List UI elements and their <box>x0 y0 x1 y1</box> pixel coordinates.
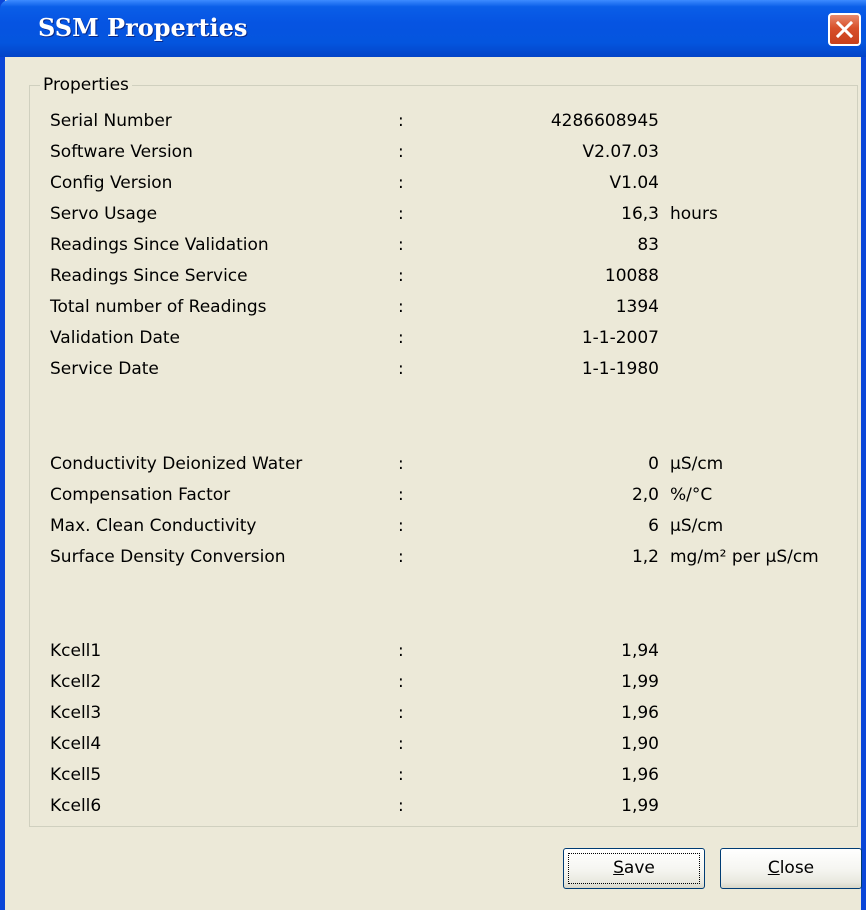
property-unit: hours <box>670 204 718 224</box>
property-separator: : <box>398 297 404 317</box>
property-separator: : <box>398 142 404 162</box>
property-label: Validation Date <box>50 328 180 348</box>
property-value: 1,96 <box>621 765 659 785</box>
property-separator: : <box>398 734 404 754</box>
property-separator: : <box>398 703 404 723</box>
save-button-label-rest: ave <box>623 858 655 878</box>
property-unit: %/°C <box>670 485 713 505</box>
property-value: 1,90 <box>621 734 659 754</box>
property-value: 83 <box>637 235 659 255</box>
property-row: Surface Density Conversion: 1,2 mg/m² per … <box>5 544 866 570</box>
property-separator: : <box>398 204 404 224</box>
property-value: 6 <box>648 516 659 536</box>
property-value: 1,2 <box>631 547 659 567</box>
property-unit: µS/cm <box>670 454 724 474</box>
property-separator: : <box>398 173 404 193</box>
property-label: Readings Since Service <box>50 266 248 286</box>
property-label: Compensation Factor <box>50 485 231 505</box>
save-button[interactable]: Save <box>563 848 705 889</box>
property-row: Kcell1: 1,94 <box>5 638 866 664</box>
property-row: Total number of Readings: 1394 <box>5 294 866 320</box>
title-bar[interactable]: SSM Properties <box>0 0 866 57</box>
property-value: 4286608945 <box>550 111 659 131</box>
property-separator: : <box>398 235 404 255</box>
property-row: Software Version: V2.07.03 <box>5 139 866 165</box>
property-separator: : <box>398 796 404 816</box>
property-value: 1-1-2007 <box>581 328 659 348</box>
property-row: Serial Number: 4286608945 <box>5 108 866 134</box>
property-separator: : <box>398 111 404 131</box>
properties-window: SSM Properties Properties Serial Number:… <box>0 0 866 910</box>
property-value: 1,99 <box>621 796 659 816</box>
property-label: Kcell1 <box>50 641 102 661</box>
property-label: Serial Number <box>50 111 172 131</box>
save-button-mnemonic: S <box>613 858 624 878</box>
property-label: Kcell5 <box>50 765 102 785</box>
property-row: Kcell4: 1,90 <box>5 731 866 757</box>
properties-groupbox-legend: Properties <box>40 74 132 96</box>
property-separator: : <box>398 516 404 536</box>
property-separator: : <box>398 672 404 692</box>
property-value: 16,3 <box>621 204 659 224</box>
close-button-label-rest: lose <box>779 858 815 878</box>
property-label: Config Version <box>50 173 173 193</box>
property-value: 1,94 <box>621 641 659 661</box>
close-button-label: Close <box>768 858 814 878</box>
property-value: 1-1-1980 <box>581 359 659 379</box>
property-row: Kcell3: 1,96 <box>5 700 866 726</box>
property-row: Servo Usage: 16,3 hours <box>5 201 866 227</box>
property-row: Conductivity Deionized Water: 0 µS/cm <box>5 451 866 477</box>
property-separator: : <box>398 266 404 286</box>
property-separator: : <box>398 641 404 661</box>
window-title: SSM Properties <box>38 13 248 42</box>
property-value: 2,0 <box>631 485 659 505</box>
property-label: Conductivity Deionized Water <box>50 454 303 474</box>
close-x-icon <box>835 20 854 39</box>
property-label: Kcell2 <box>50 672 102 692</box>
property-label: Readings Since Validation <box>50 235 269 255</box>
property-row: Kcell6: 1,99 <box>5 793 866 819</box>
save-button-label: Save <box>613 858 655 878</box>
property-row: Kcell2: 1,99 <box>5 669 866 695</box>
property-value: V1.04 <box>609 173 659 193</box>
property-row: Readings Since Service: 10088 <box>5 263 866 289</box>
property-row: Config Version: V1.04 <box>5 170 866 196</box>
property-row: Max. Clean Conductivity: 6 µS/cm <box>5 513 866 539</box>
property-separator: : <box>398 454 404 474</box>
window-close-button[interactable] <box>828 13 861 46</box>
property-separator: : <box>398 547 404 567</box>
property-separator: : <box>398 485 404 505</box>
property-label: Kcell4 <box>50 734 102 754</box>
property-separator: : <box>398 765 404 785</box>
property-row: Validation Date: 1-1-2007 <box>5 325 866 351</box>
property-label: Max. Clean Conductivity <box>50 516 257 536</box>
property-unit: mg/m² per µS/cm <box>670 547 819 567</box>
property-label: Software Version <box>50 142 193 162</box>
property-value: 0 <box>648 454 659 474</box>
close-button[interactable]: Close <box>720 848 862 889</box>
property-value: 1,99 <box>621 672 659 692</box>
property-label: Service Date <box>50 359 159 379</box>
property-separator: : <box>398 359 404 379</box>
property-unit: µS/cm <box>670 516 724 536</box>
property-value: 10088 <box>604 266 659 286</box>
property-label: Kcell3 <box>50 703 102 723</box>
property-row: Service Date: 1-1-1980 <box>5 356 866 382</box>
property-row: Readings Since Validation: 83 <box>5 232 866 258</box>
property-row: Kcell5: 1,96 <box>5 762 866 788</box>
property-value: 1394 <box>615 297 659 317</box>
property-label: Kcell6 <box>50 796 102 816</box>
property-value: V2.07.03 <box>582 142 659 162</box>
property-label: Surface Density Conversion <box>50 547 286 567</box>
property-label: Total number of Readings <box>50 297 267 317</box>
property-label: Servo Usage <box>50 204 158 224</box>
property-separator: : <box>398 328 404 348</box>
close-button-mnemonic: C <box>767 858 780 878</box>
property-row: Compensation Factor: 2,0 %/°C <box>5 482 866 508</box>
property-value: 1,96 <box>621 703 659 723</box>
